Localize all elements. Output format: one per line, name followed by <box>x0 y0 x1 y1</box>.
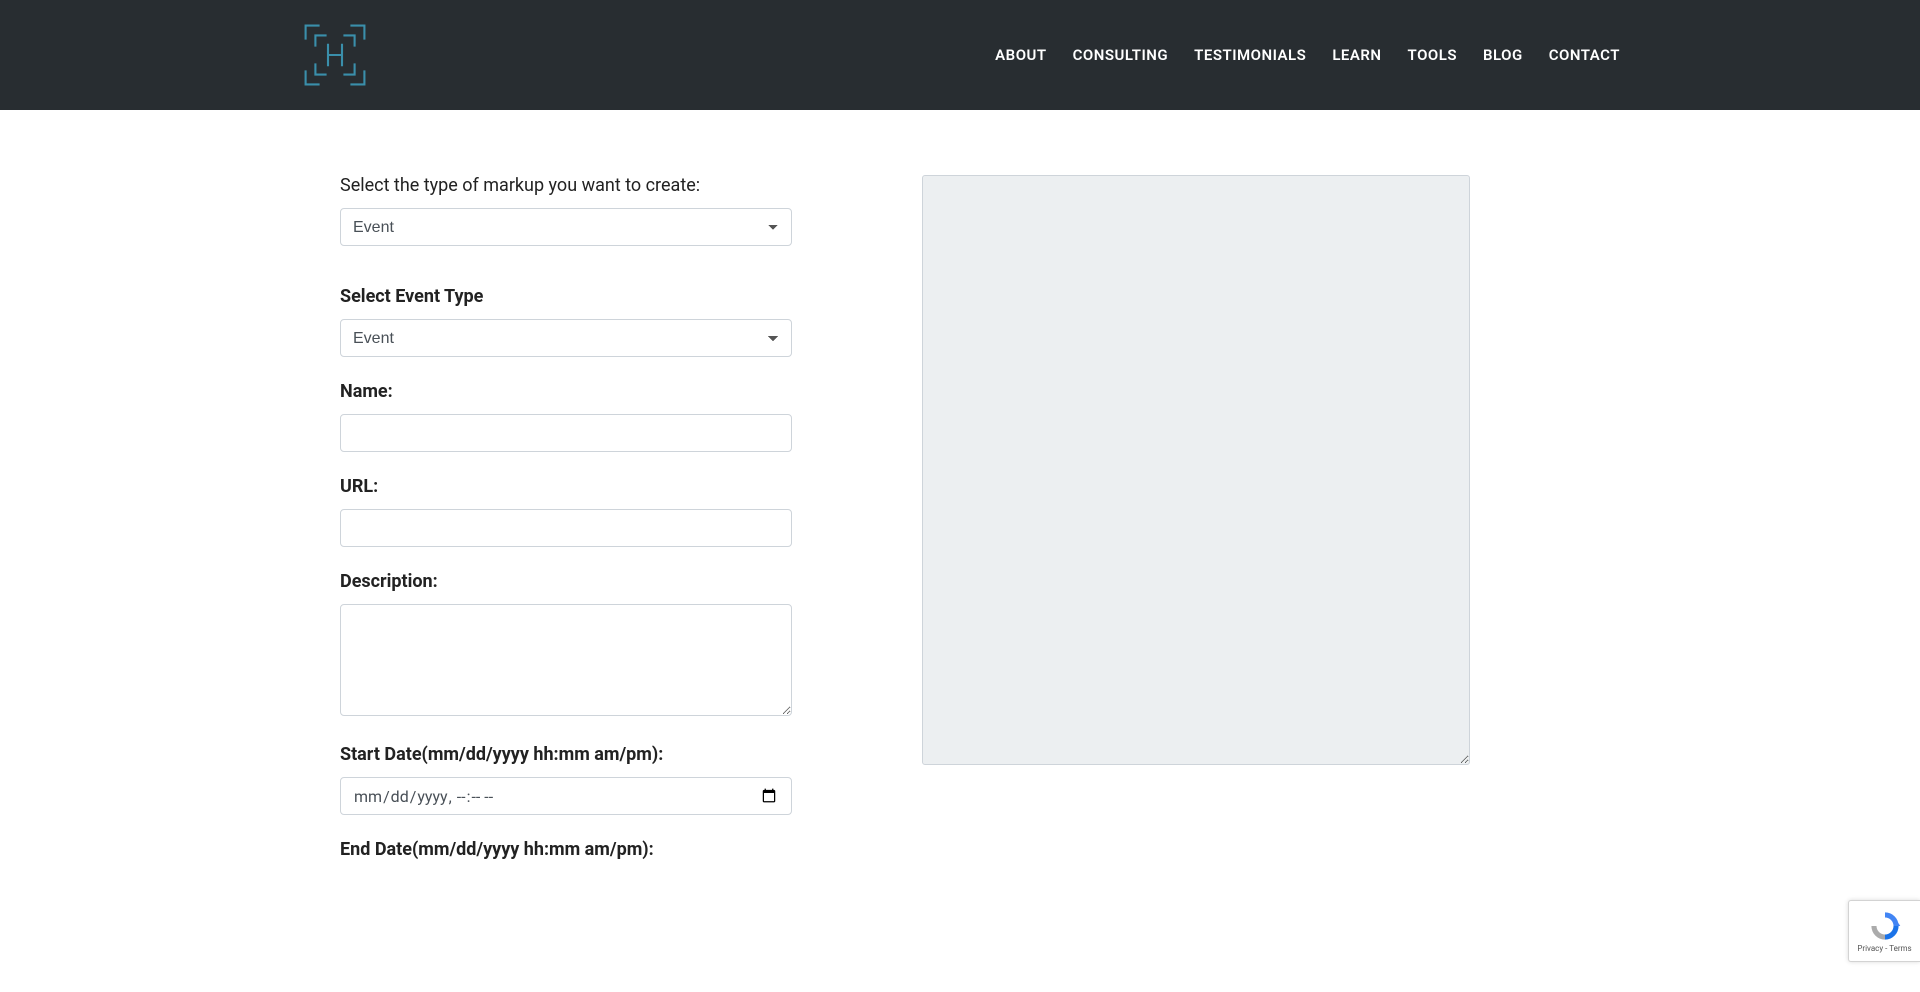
form-column: Select the type of markup you want to cr… <box>340 175 792 872</box>
event-type-select[interactable]: Event <box>340 319 792 357</box>
recaptcha-badge[interactable]: Privacy - Terms <box>1848 900 1920 962</box>
name-label: Name: <box>340 381 792 402</box>
site-header: About Consulting Testimonials Learn Tool… <box>0 0 1920 110</box>
markup-type-select[interactable]: Event <box>340 208 792 246</box>
start-date-group: Start Date(mm/dd/yyyy hh:mm am/pm): <box>340 744 792 815</box>
markup-type-label: Select the type of markup you want to cr… <box>340 175 792 196</box>
recaptcha-icon <box>1868 909 1902 943</box>
logo-icon <box>300 20 370 90</box>
url-input[interactable] <box>340 509 792 547</box>
nav-blog[interactable]: Blog <box>1483 46 1523 64</box>
description-label: Description: <box>340 571 792 592</box>
end-date-label: End Date(mm/dd/yyyy hh:mm am/pm): <box>340 839 792 860</box>
main-content: Select the type of markup you want to cr… <box>300 110 1620 912</box>
name-group: Name: <box>340 381 792 452</box>
preview-column <box>922 175 1470 765</box>
start-date-input[interactable] <box>340 777 792 815</box>
name-input[interactable] <box>340 414 792 452</box>
recaptcha-terms-link[interactable]: Terms <box>1889 944 1911 953</box>
nav-tools[interactable]: Tools <box>1408 46 1457 64</box>
event-type-label: Select Event Type <box>340 286 792 307</box>
nav-learn[interactable]: Learn <box>1332 46 1381 64</box>
nav-about[interactable]: About <box>995 46 1046 64</box>
nav-testimonials[interactable]: Testimonials <box>1194 46 1306 64</box>
url-label: URL: <box>340 476 792 497</box>
description-group: Description: <box>340 571 792 720</box>
header-inner: About Consulting Testimonials Learn Tool… <box>300 20 1620 90</box>
nav-consulting[interactable]: Consulting <box>1073 46 1169 64</box>
nav-contact[interactable]: Contact <box>1549 46 1620 64</box>
start-date-label: Start Date(mm/dd/yyyy hh:mm am/pm): <box>340 744 792 765</box>
recaptcha-privacy[interactable]: Privacy <box>1857 944 1883 953</box>
preview-pane[interactable] <box>922 175 1470 765</box>
recaptcha-terms: Privacy - Terms <box>1857 944 1911 953</box>
url-group: URL: <box>340 476 792 547</box>
markup-type-group: Select the type of markup you want to cr… <box>340 175 792 246</box>
description-textarea[interactable] <box>340 604 792 716</box>
main-nav: About Consulting Testimonials Learn Tool… <box>995 46 1620 64</box>
end-date-group: End Date(mm/dd/yyyy hh:mm am/pm): <box>340 839 792 860</box>
event-type-group: Select Event Type Event <box>340 286 792 357</box>
logo[interactable] <box>300 20 370 90</box>
